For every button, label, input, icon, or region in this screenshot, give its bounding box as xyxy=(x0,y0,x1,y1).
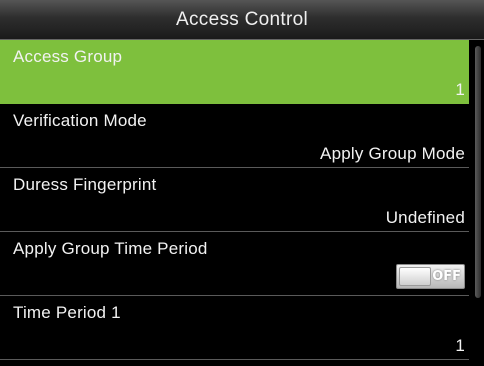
scrollbar[interactable] xyxy=(469,40,484,366)
menu-item-value: Undefined xyxy=(385,208,465,227)
access-control-screen: Access Control Access Group 1 Verificati… xyxy=(0,0,484,366)
menu-item-label: Time Period 1 xyxy=(13,303,121,322)
menu-item-label: Access Group xyxy=(13,47,123,66)
menu-item-value: 1 xyxy=(455,80,465,99)
title-bar: Access Control xyxy=(0,0,484,40)
scrollbar-thumb[interactable] xyxy=(475,46,481,298)
menu-item-value: Apply Group Mode xyxy=(320,144,465,163)
menu-item-verification-mode[interactable]: Verification Mode Apply Group Mode xyxy=(0,104,469,168)
menu-item-label: Verification Mode xyxy=(13,111,147,130)
settings-list: Access Group 1 Verification Mode Apply G… xyxy=(0,40,469,366)
toggle-knob xyxy=(399,267,431,286)
page-title: Access Control xyxy=(176,8,308,30)
menu-item-duress-fingerprint[interactable]: Duress Fingerprint Undefined xyxy=(0,168,469,232)
toggle-switch-off[interactable]: OFF xyxy=(396,264,465,289)
menu-item-apply-group-time-period[interactable]: Apply Group Time Period OFF xyxy=(0,232,469,296)
menu-item-label: Apply Group Time Period xyxy=(13,239,208,258)
menu-item-label: Duress Fingerprint xyxy=(13,175,157,194)
menu-item-access-group[interactable]: Access Group 1 xyxy=(0,40,469,104)
menu-item-time-period-1[interactable]: Time Period 1 1 xyxy=(0,296,469,360)
menu-item-value: 1 xyxy=(455,336,465,355)
toggle-state-label: OFF xyxy=(432,269,461,284)
